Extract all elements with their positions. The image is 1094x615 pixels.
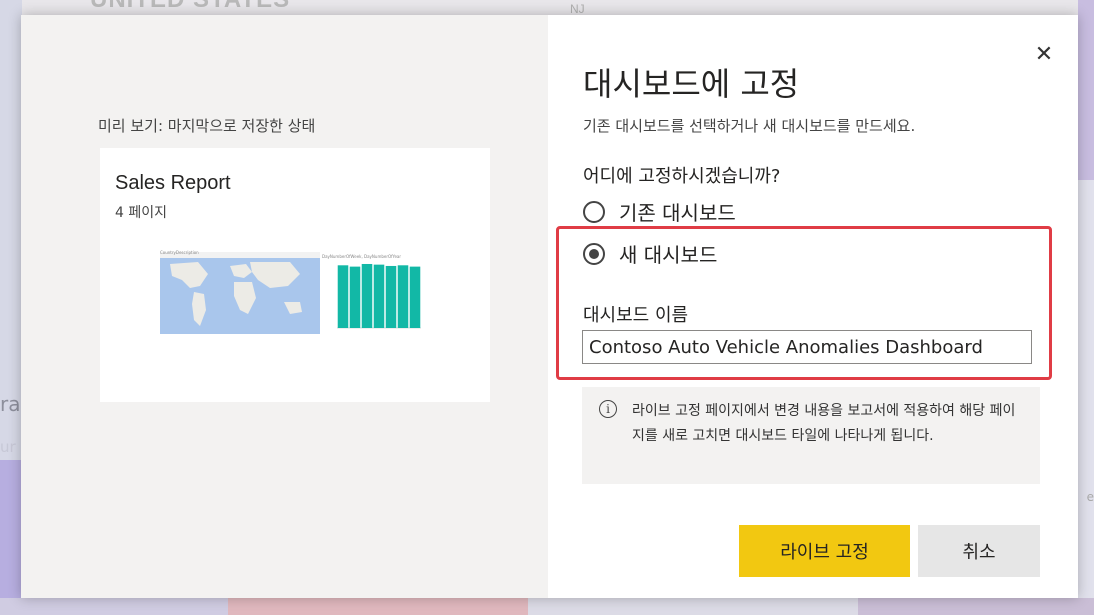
- thumbnail-map-title: CountryDescription: [160, 250, 199, 255]
- chart-bar: [397, 265, 409, 328]
- info-message: i 라이브 고정 페이지에서 변경 내용을 보고서에 적용하여 해당 페이지를 …: [582, 387, 1040, 484]
- bg-left-visual: [0, 460, 22, 615]
- bg-left-text2: ur: [0, 438, 16, 456]
- preview-caption: 미리 보기: 마지막으로 저장한 상태: [98, 117, 316, 135]
- preview-pane: 미리 보기: 마지막으로 저장한 상태 Sales Report 4 페이지 C…: [21, 15, 548, 598]
- report-preview-card: Sales Report 4 페이지 CountryDescription Da…: [100, 148, 490, 402]
- info-icon: i: [599, 400, 617, 418]
- form-pane: ✕ 대시보드에 고정 기존 대시보드를 선택하거나 새 대시보드를 만드세요. …: [548, 15, 1078, 598]
- bg-bottom-visual-a: [228, 598, 528, 615]
- bg-bottom-visual-b: [528, 598, 858, 615]
- bg-map-label: NJ: [570, 2, 585, 16]
- info-text: 라이브 고정 페이지에서 변경 내용을 보고서에 적용하여 해당 페이지를 새로…: [632, 403, 1016, 444]
- bg-left-text: ra: [0, 392, 21, 416]
- chart-bar: [409, 266, 421, 328]
- bg-right-mark: e: [1086, 490, 1094, 504]
- existing-dashboard-radio[interactable]: [583, 200, 605, 223]
- world-map-icon: [160, 252, 320, 334]
- dashboard-name-label: 대시보드 이름: [583, 305, 689, 326]
- chart-bar: [373, 264, 385, 328]
- new-dashboard-label: 새 대시보드: [619, 243, 718, 267]
- chart-bar: [361, 263, 373, 328]
- pin-live-button[interactable]: 라이브 고정: [739, 525, 910, 577]
- new-dashboard-radio[interactable]: [583, 242, 605, 265]
- bg-title: UNITED STATES: [90, 0, 290, 14]
- dashboard-name-input[interactable]: [582, 330, 1032, 364]
- report-title: Sales Report: [115, 172, 231, 194]
- cancel-button[interactable]: 취소: [918, 525, 1040, 577]
- dialog-subtitle: 기존 대시보드를 선택하거나 새 대시보드를 만드세요.: [583, 117, 916, 135]
- existing-dashboard-label: 기존 대시보드: [619, 201, 736, 225]
- thumbnail-bar-chart: [337, 263, 421, 329]
- thumbnail-map: [160, 252, 320, 334]
- pin-to-dashboard-dialog: 미리 보기: 마지막으로 저장한 상태 Sales Report 4 페이지 C…: [21, 15, 1078, 598]
- close-icon[interactable]: ✕: [1032, 43, 1056, 67]
- chart-bar: [349, 266, 361, 328]
- dialog-title: 대시보드에 고정: [583, 65, 800, 103]
- chart-bar: [385, 265, 397, 328]
- bg-bottom-visual-c: [858, 598, 1094, 615]
- thumbnail-chart-title: DayNumberOfWeek, DayNumberOfYear: [322, 254, 402, 259]
- report-page-count: 4 페이지: [115, 205, 167, 221]
- existing-dashboard-option[interactable]: 기존 대시보드: [583, 197, 736, 226]
- pin-location-question: 어디에 고정하시겠습니까?: [583, 166, 781, 187]
- bg-right-visual: [1078, 0, 1094, 180]
- new-dashboard-option[interactable]: 새 대시보드: [583, 239, 717, 268]
- chart-bar: [337, 265, 349, 328]
